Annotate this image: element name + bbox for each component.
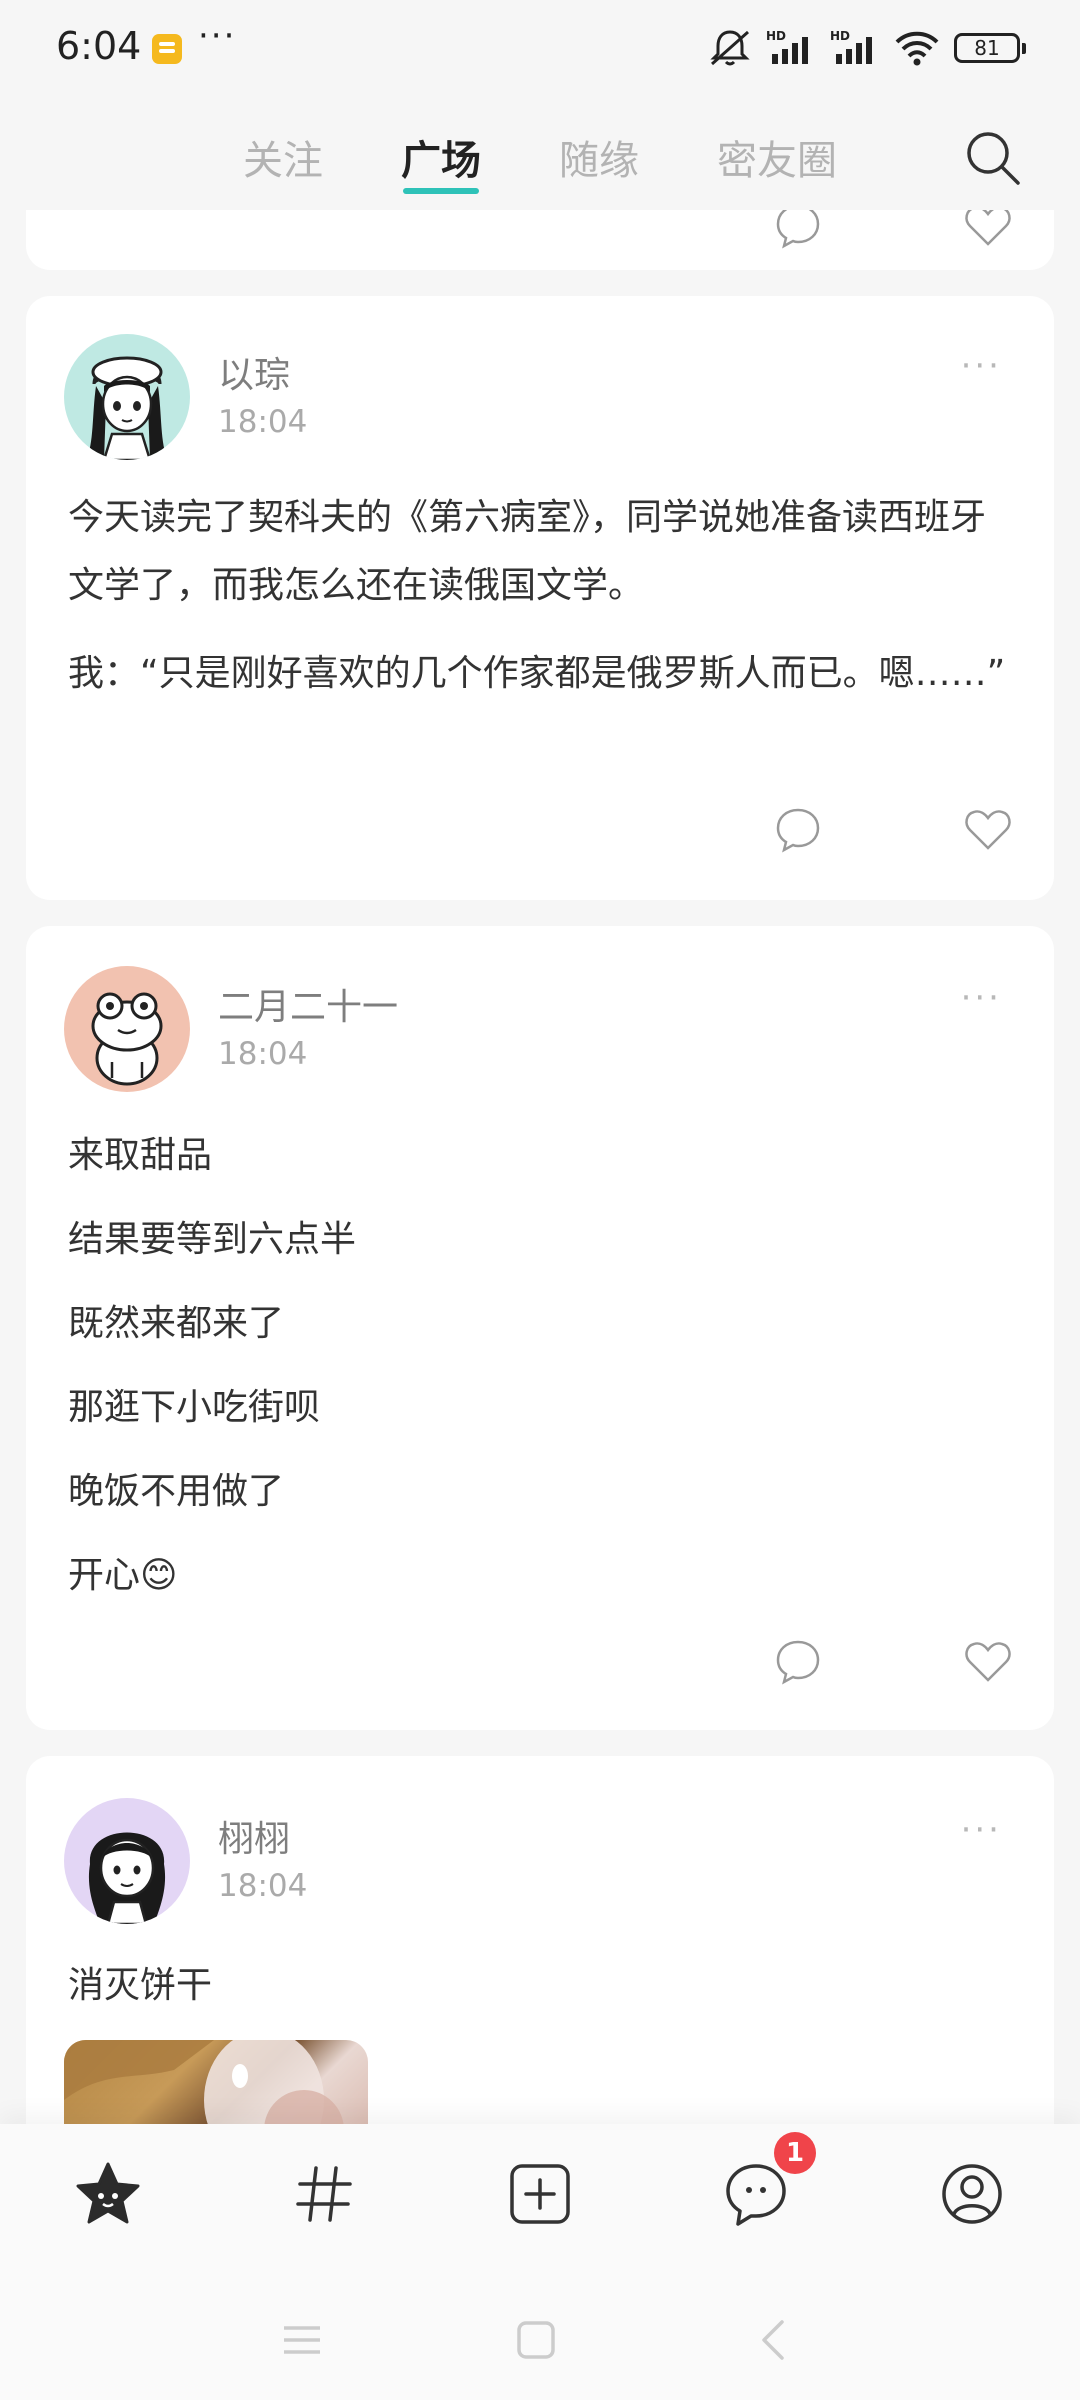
back-icon[interactable] [744, 2310, 804, 2370]
avatar[interactable] [64, 334, 190, 460]
topic-hash-icon[interactable] [288, 2158, 360, 2230]
tab-random[interactable]: 随缘 [559, 128, 639, 186]
message-badge: 1 [774, 2132, 816, 2174]
hd-label: HD [830, 29, 850, 43]
more-options-button[interactable]: ··· [961, 978, 1002, 1018]
comment-icon[interactable] [772, 1636, 824, 1688]
post-time: 18:04 [218, 1036, 308, 1072]
status-bar: 6:04 ··· HD HD 81 [0, 0, 1080, 100]
avatar[interactable] [64, 966, 190, 1092]
avatar[interactable] [64, 1798, 190, 1924]
more-options-button[interactable]: ··· [961, 346, 1002, 386]
post-line: 来取甜品 [68, 1135, 213, 1176]
top-tab-bar: 关注 广场 随缘 密友圈 [0, 100, 1080, 210]
post-paragraph: 我：“只是刚好喜欢的几个作家都是俄罗斯人而已。嗯……” [68, 653, 1006, 694]
hd-label: HD [766, 29, 786, 43]
home-icon[interactable] [506, 2310, 566, 2370]
comment-icon[interactable] [772, 804, 824, 856]
more-options-button[interactable]: ··· [961, 1810, 1002, 1850]
username[interactable]: 二月二十一 [218, 978, 398, 1030]
home-star-icon[interactable] [72, 2158, 144, 2230]
post-paragraph: 今天读完了契科夫的《第六病室》，同学说她准备读西班牙文学了，而我怎么还在读俄国文… [68, 497, 987, 606]
username[interactable]: 以琮 [218, 346, 290, 398]
status-indicators: HD HD 81 [708, 26, 1026, 70]
post-card[interactable]: 以琮 18:04 ··· 今天读完了契科夫的《第六病室》，同学说她准备读西班牙文… [26, 296, 1054, 900]
wifi-icon [895, 31, 939, 66]
post-line: 结果要等到六点半 [68, 1219, 357, 1260]
feed[interactable]: 以琮 18:04 ··· 今天读完了契科夫的《第六病室》，同学说她准备读西班牙文… [0, 0, 1080, 2400]
add-post-icon[interactable] [504, 2158, 576, 2230]
tab-square[interactable]: 广场 [401, 128, 481, 186]
like-icon[interactable] [962, 804, 1014, 856]
post-line: 消灭饼干 [68, 1965, 213, 2006]
post-line: 晚饭不用做了 [68, 1471, 285, 1512]
search-icon[interactable] [963, 128, 1023, 188]
post-time: 18:04 [218, 404, 308, 440]
status-time: 6:04 [56, 24, 142, 68]
more-notifications-icon: ··· [198, 16, 237, 56]
mute-icon [710, 30, 750, 66]
menu-icon[interactable] [272, 2310, 332, 2370]
tab-following[interactable]: 关注 [243, 128, 323, 186]
post-line: 既然来都来了 [68, 1303, 285, 1344]
post-line: 开心😊 [68, 1555, 178, 1596]
post-time: 18:04 [218, 1868, 308, 1904]
signal-icon: HD [766, 29, 808, 64]
active-tab-indicator [403, 188, 479, 194]
like-icon[interactable] [962, 1636, 1014, 1688]
profile-icon[interactable] [936, 2158, 1008, 2230]
username[interactable]: 栩栩 [218, 1810, 290, 1862]
notes-app-icon [152, 34, 182, 64]
tab-close-friends[interactable]: 密友圈 [717, 128, 837, 186]
battery-indicator: 81 [954, 33, 1026, 63]
app-screen: 以琮 18:04 ··· 今天读完了契科夫的《第六病室》，同学说她准备读西班牙文… [0, 0, 1080, 2400]
signal-icon-2: HD [830, 29, 872, 64]
post-card[interactable]: 二月二十一 18:04 ··· 来取甜品 结果要等到六点半 既然来都来了 那逛下… [26, 926, 1054, 1730]
post-line: 那逛下小吃街呗 [68, 1387, 321, 1428]
